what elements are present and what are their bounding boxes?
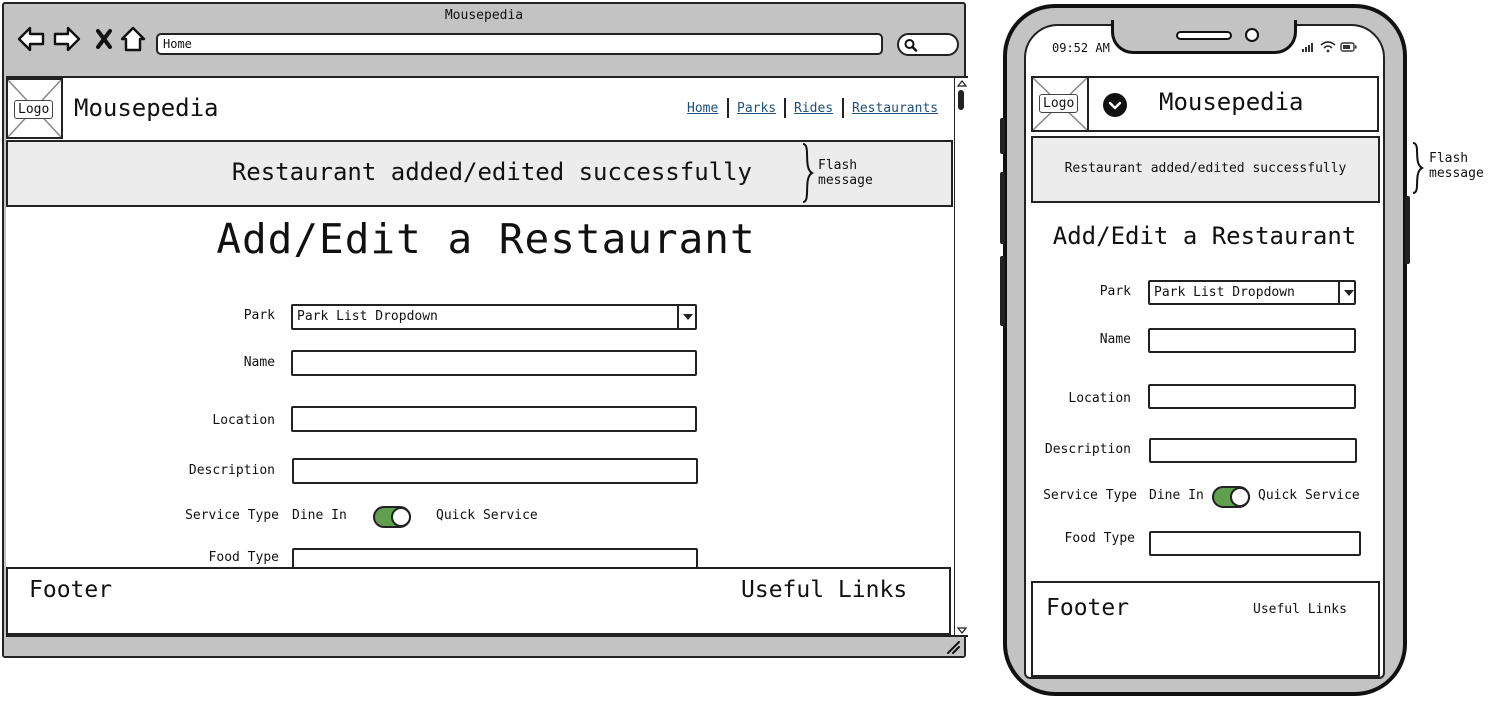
speaker-icon (1176, 31, 1232, 40)
mobile-location-field[interactable] (1148, 384, 1356, 409)
phone-volume-up (1000, 172, 1005, 244)
mobile-footer-title: Footer (1046, 595, 1130, 621)
curly-brace-icon (1412, 142, 1425, 194)
mobile-food-type-field[interactable] (1149, 531, 1361, 556)
mobile-name-label: Name (1099, 332, 1131, 347)
mobile-description-label: Description (1044, 442, 1131, 457)
site-title: Mousepedia (74, 94, 219, 122)
window-title: Mousepedia (444, 8, 524, 23)
address-bar[interactable]: Home (156, 33, 883, 55)
food-type-label: Food Type (208, 550, 279, 565)
flash-annotation: Flash message (818, 158, 873, 188)
mobile-location-label: Location (1068, 391, 1131, 406)
mobile-service-option-dine-in: Dine In (1149, 488, 1204, 503)
stop-icon[interactable] (90, 24, 120, 54)
name-field[interactable] (291, 350, 697, 376)
phone-side-button (1000, 118, 1005, 154)
mobile-footer: Footer Useful Links (1031, 581, 1380, 677)
mobile-park-dropdown-value: Park List Dropdown (1154, 285, 1295, 300)
chevron-down-icon[interactable] (1338, 282, 1354, 303)
scroll-up-icon[interactable] (957, 79, 967, 87)
mobile-food-type-label: Food Type (1064, 531, 1135, 546)
search-field[interactable] (897, 33, 959, 56)
flash-message-text: Restaurant added/edited successfully (231, 158, 752, 186)
search-icon (904, 39, 918, 52)
park-dropdown-value: Park List Dropdown (297, 309, 438, 324)
wifi-icon (1320, 41, 1336, 53)
phone-power-button (1405, 196, 1410, 264)
nav-link-home[interactable]: Home (687, 101, 718, 116)
park-dropdown[interactable]: Park List Dropdown (291, 304, 697, 330)
mobile-footer-useful-links[interactable]: Useful Links (1253, 602, 1347, 617)
phone-clock: 09:52 AM (1052, 41, 1110, 55)
toggle-knob (391, 507, 411, 527)
page-heading: Add/Edit a Restaurant (216, 215, 756, 263)
mobile-service-type-label: Service Type (1043, 488, 1137, 503)
nav-link-parks[interactable]: Parks (737, 101, 776, 116)
description-field[interactable] (292, 458, 698, 484)
signal-icon (1302, 43, 1313, 52)
mobile-description-field[interactable] (1149, 438, 1357, 463)
footer-title: Footer (29, 577, 113, 603)
nav-link-rides[interactable]: Rides (794, 101, 833, 116)
mobile-header: Logo Mousepedia (1031, 76, 1379, 132)
scrollbar-thumb[interactable] (958, 90, 964, 110)
location-label: Location (212, 413, 275, 428)
location-field[interactable] (291, 406, 697, 432)
scroll-down-icon[interactable] (957, 627, 967, 635)
phone-notch (1111, 20, 1297, 54)
phone-status-icons (1302, 41, 1357, 53)
service-type-label: Service Type (185, 508, 279, 523)
browser-window: Mousepedia Home Logo Mousepedia Home Par… (2, 2, 968, 658)
logo-label: Logo (14, 100, 54, 119)
footer-useful-links[interactable]: Useful Links (741, 577, 907, 603)
nav-link-restaurants[interactable]: Restaurants (852, 101, 938, 116)
mobile-park-label: Park (1099, 284, 1131, 299)
logo-placeholder: Logo (6, 78, 63, 139)
battery-icon (1340, 42, 1357, 52)
phone-screen: 09:52 AM Logo Mousepedia Restaurant adde… (1024, 24, 1385, 679)
mobile-name-field[interactable] (1148, 328, 1356, 353)
description-label: Description (188, 463, 275, 478)
mobile-flash-text: Restaurant added/edited successfully (1064, 161, 1347, 176)
chevron-down-icon[interactable] (677, 306, 695, 328)
nav-divider (727, 98, 729, 118)
mobile-flash-annotation: Flash message (1429, 151, 1484, 181)
status-bar (4, 637, 964, 656)
camera-icon (1245, 28, 1259, 42)
forward-arrow-icon[interactable] (52, 24, 82, 54)
service-option-quick-service: Quick Service (436, 508, 538, 523)
curly-brace-icon (802, 143, 815, 203)
menu-dropdown-icon[interactable] (1103, 93, 1127, 117)
browser-viewport: Logo Mousepedia Home Parks Rides Restaur… (6, 76, 968, 637)
home-icon[interactable] (118, 24, 148, 54)
mobile-flash-message: Restaurant added/edited successfully (1031, 136, 1380, 203)
service-option-dine-in: Dine In (292, 508, 347, 523)
service-type-toggle[interactable] (373, 506, 411, 528)
mobile-logo-placeholder: Logo (1033, 78, 1089, 130)
mobile-service-type-toggle[interactable] (1212, 486, 1250, 508)
vertical-scrollbar[interactable] (954, 78, 968, 635)
mobile-site-title: Mousepedia (1159, 88, 1304, 116)
resize-grip-icon[interactable] (946, 640, 960, 654)
mobile-page-heading: Add/Edit a Restaurant (1052, 222, 1357, 250)
toggle-knob (1230, 487, 1250, 507)
mobile-logo-label: Logo (1039, 94, 1079, 113)
name-label: Name (243, 355, 275, 370)
park-label: Park (243, 308, 275, 323)
phone-volume-down (1000, 256, 1005, 326)
footer: Footer Useful Links (6, 567, 951, 635)
mobile-service-option-quick-service: Quick Service (1258, 488, 1360, 503)
nav-divider (784, 98, 786, 118)
nav-divider (842, 98, 844, 118)
mobile-park-dropdown[interactable]: Park List Dropdown (1148, 280, 1356, 305)
back-arrow-icon[interactable] (16, 24, 46, 54)
